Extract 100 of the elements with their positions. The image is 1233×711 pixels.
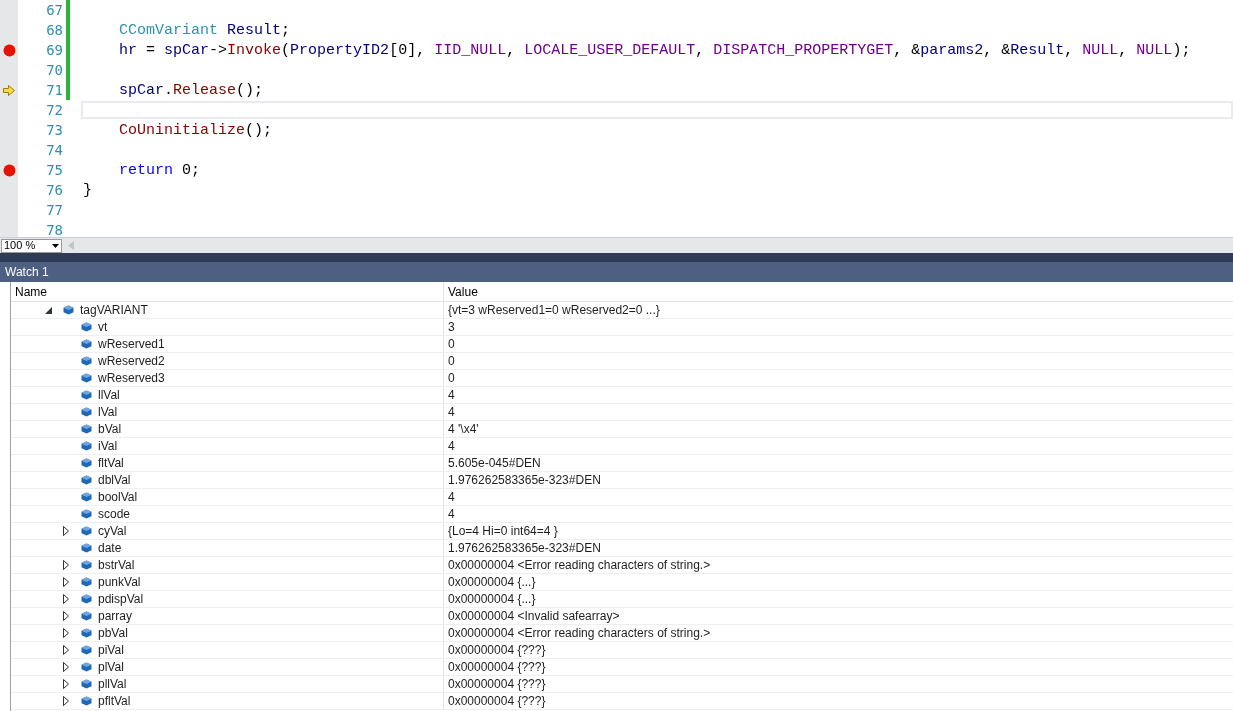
variable-value: 1.976262583365e-323#DEN — [448, 540, 601, 557]
variable-name: wReserved3 — [98, 370, 165, 387]
line-number: 67 — [46, 1, 63, 18]
field-icon — [81, 492, 92, 502]
variable-name: tagVARIANT — [80, 302, 148, 319]
expand-triangle-icon[interactable] — [63, 628, 69, 638]
field-icon — [81, 322, 92, 332]
variable-name: pbVal — [98, 625, 128, 642]
variable-name: bstrVal — [98, 557, 135, 574]
field-icon — [81, 373, 92, 383]
code-line: return 0; — [119, 162, 201, 178]
field-icon — [81, 526, 92, 536]
expand-triangle-icon[interactable] — [63, 526, 69, 536]
field-icon — [81, 475, 92, 485]
variable-value: 0 — [448, 353, 455, 370]
code-line: CoUninitialize(); — [119, 122, 273, 138]
expand-triangle-icon[interactable] — [63, 560, 69, 570]
watch-panel-title: Watch 1 — [0, 262, 1233, 282]
variable-name: cyVal — [98, 523, 127, 540]
line-number: 78 — [46, 221, 63, 237]
variable-value: 0x00000004 {...} — [448, 574, 536, 591]
variable-name: bVal — [98, 421, 122, 438]
expand-triangle-icon[interactable] — [63, 611, 69, 621]
variable-value: 3 — [448, 319, 455, 336]
variable-value: 5.605e-045#DEN — [448, 455, 541, 472]
expand-triangle-icon[interactable] — [63, 577, 69, 587]
variable-value: 0x00000004 {???} — [448, 693, 546, 710]
line-number: 77 — [46, 201, 63, 218]
variable-name: wReserved1 — [98, 336, 165, 353]
variable-value: 0x00000004 {...} — [448, 591, 536, 608]
variable-name: llVal — [98, 387, 120, 404]
line-number: 68 — [46, 21, 63, 38]
field-icon — [81, 645, 92, 655]
variable-value: 0x00000004 <Error reading characters of string.> — [448, 557, 711, 574]
variable-name: pfltVal — [98, 693, 131, 710]
field-icon — [81, 339, 92, 349]
code-line: CComVariant Result; — [119, 22, 291, 38]
breakpoint-icon[interactable] — [2, 43, 16, 57]
variable-value: 0x00000004 {???} — [448, 659, 546, 676]
field-icon — [81, 458, 92, 468]
variable-value: 4 — [448, 438, 455, 455]
field-icon — [81, 543, 92, 553]
field-icon — [81, 594, 92, 604]
variable-name: boolVal — [98, 489, 138, 506]
variable-name: iVal — [98, 438, 118, 455]
variable-name: dblVal — [98, 472, 131, 489]
field-icon — [81, 611, 92, 621]
variable-value: 1.976262583365e-323#DEN — [448, 472, 601, 489]
field-icon — [81, 424, 92, 434]
field-icon — [81, 356, 92, 366]
variable-value: 0x00000004 {???} — [448, 642, 546, 659]
variable-name: wReserved2 — [98, 353, 165, 370]
expand-triangle-icon[interactable] — [63, 679, 69, 689]
field-icon — [81, 390, 92, 400]
field-icon — [81, 560, 92, 570]
collapse-triangle-icon[interactable] — [45, 306, 52, 314]
variable-value: 4 — [448, 387, 455, 404]
field-icon — [81, 407, 92, 417]
code-line: hr = spCar->Invoke(PropertyID2[0], IID_NULL, LOCALE_USER_DEFAULT, DISPATCH_PROPERTYGET, &params2, &Result, NULL, NULL); — [119, 42, 1191, 58]
variable-name: date — [98, 540, 122, 557]
field-icon — [81, 679, 92, 689]
dropdown-caret-icon — [52, 243, 59, 248]
column-header[interactable]: Value — [448, 282, 478, 301]
variable-name: pllVal — [98, 676, 127, 693]
expand-triangle-icon[interactable] — [63, 696, 69, 706]
variable-value: 4 — [448, 506, 455, 523]
line-number: 75 — [46, 161, 63, 178]
field-icon — [81, 662, 92, 672]
variable-name: punkVal — [98, 574, 141, 591]
code-line: } — [83, 182, 92, 198]
breakpoint-icon[interactable] — [2, 163, 16, 177]
expand-triangle-icon[interactable] — [63, 594, 69, 604]
variable-value: 0x00000004 {???} — [448, 676, 546, 693]
field-icon — [63, 305, 74, 315]
variable-name: pdispVal — [98, 591, 144, 608]
field-icon — [81, 696, 92, 706]
line-number: 73 — [46, 121, 63, 138]
line-number: 70 — [46, 61, 63, 78]
line-number: 71 — [46, 81, 63, 98]
variable-value: 4 — [448, 489, 455, 506]
zoom-dropdown[interactable]: 100 % — [1, 238, 62, 253]
field-icon — [81, 441, 92, 451]
expand-triangle-icon[interactable] — [63, 645, 69, 655]
variable-value: 0 — [448, 336, 455, 353]
variable-name: plVal — [98, 659, 124, 676]
line-number: 69 — [46, 41, 63, 58]
line-number: 76 — [46, 181, 63, 198]
line-number: 74 — [46, 141, 63, 158]
column-header[interactable]: Name — [15, 282, 47, 301]
variable-value: 0x00000004 <Invalid safearray> — [448, 608, 620, 625]
variable-value: 0x00000004 <Error reading characters of string.> — [448, 625, 711, 642]
field-icon — [81, 577, 92, 587]
expand-triangle-icon[interactable] — [63, 662, 69, 672]
variable-name: vt — [98, 319, 108, 336]
variable-name: piVal — [98, 642, 124, 659]
variable-name: scode — [98, 506, 131, 523]
variable-name: fltVal — [98, 455, 124, 472]
variable-name: lVal — [98, 404, 118, 421]
field-icon — [81, 628, 92, 638]
variable-value: 4 — [448, 404, 455, 421]
